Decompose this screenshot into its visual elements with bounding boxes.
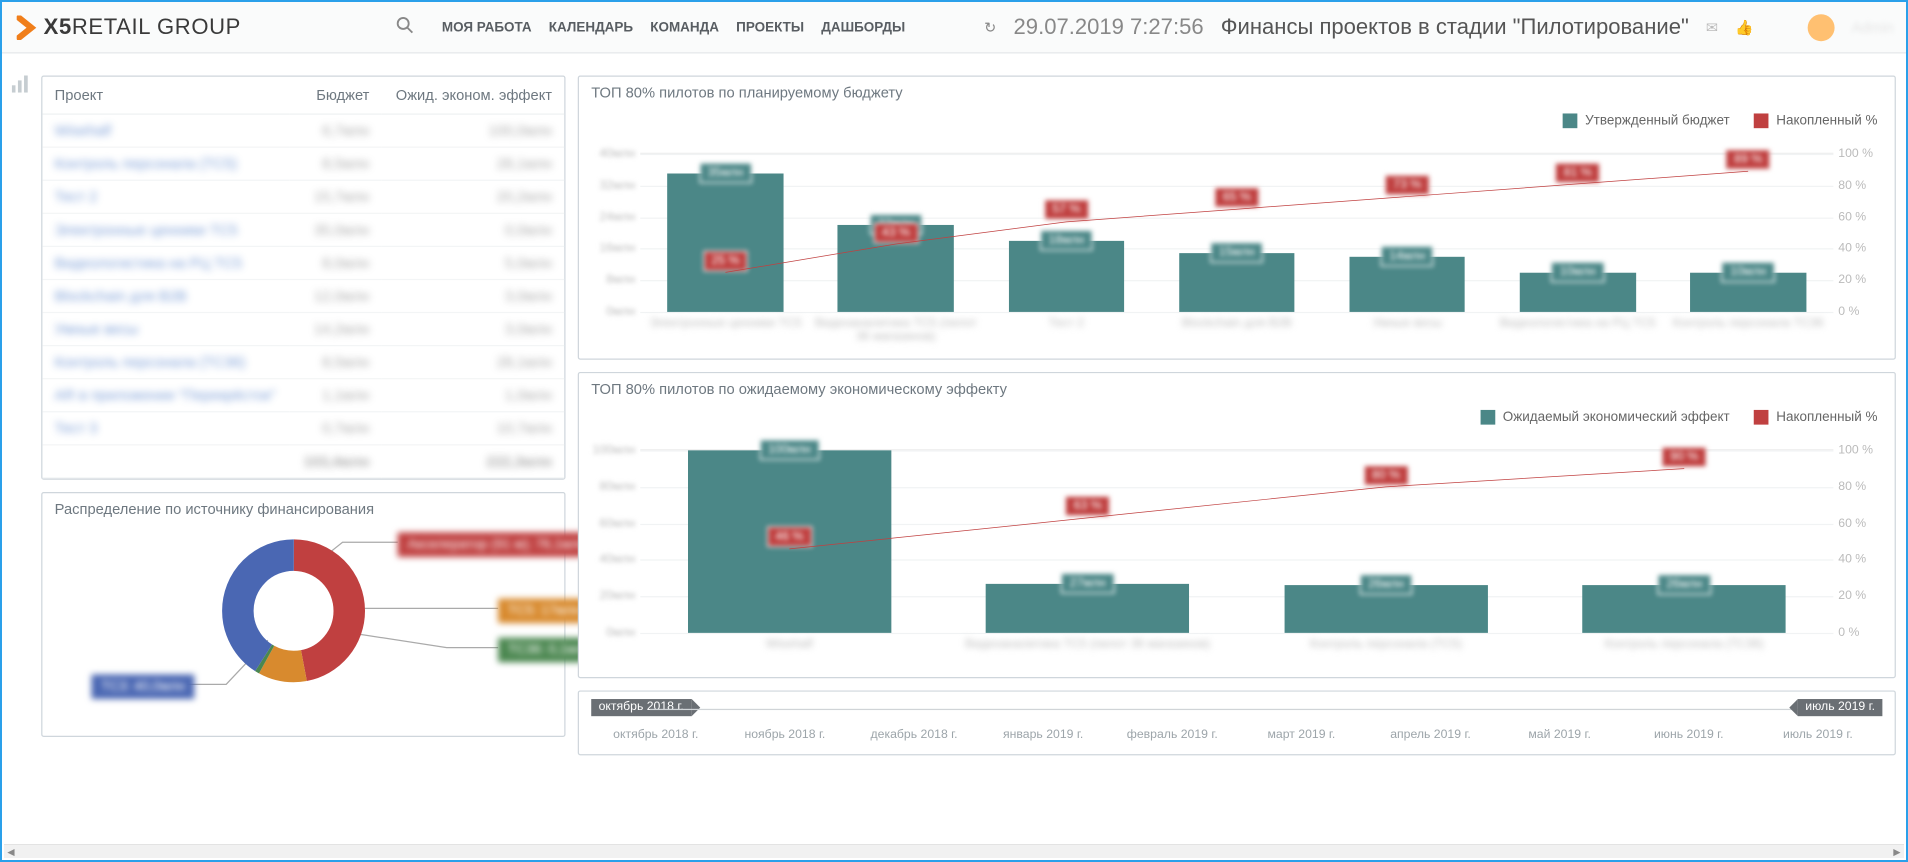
chart1-title: ТОП 80% пилотов по планируемому бюджету: [579, 77, 1895, 109]
timeline-month: апрель 2019 г.: [1366, 728, 1495, 741]
donut-label-accel: Акселератор (91 м); 76,1млн: [398, 532, 596, 557]
x-label: Видеоаналитика ТС5 (пилот 36 магазинов): [811, 317, 981, 344]
page-title: Финансы проектов в стадии "Пилотирование…: [1221, 14, 1689, 40]
x-label: Контроль персонала ТС36: [1663, 317, 1833, 344]
swatch-red-icon: [1754, 410, 1769, 425]
x-label: Умные весы: [1322, 317, 1492, 344]
x-label: Электронные ценники ТС5: [640, 317, 810, 344]
chart2-plot: 100млн100 %80млн80 %60млн60 %40млн40 %20…: [640, 449, 1833, 633]
h-scrollbar[interactable]: ◄ ►: [4, 844, 1904, 858]
swatch-teal-icon: [1563, 113, 1578, 128]
nav-projects[interactable]: ПРОЕКТЫ: [736, 20, 804, 35]
chart2-legend: Ожидаемый экономический эффект Накопленн…: [1481, 410, 1878, 425]
donut-title: Распределение по источнику финансировани…: [42, 493, 564, 525]
table-row[interactable]: AR в приложении "Перекрёсток"1,1млн1,0мл…: [42, 379, 564, 412]
app-header: X5 RETAIL GROUP МОЯ РАБОТА КАЛЕНДАРЬ КОМ…: [2, 2, 1908, 53]
projects-table: Проект Бюджет Ожид. эконом. эффект Wiseh…: [42, 77, 564, 479]
main-nav: МОЯ РАБОТА КАЛЕНДАРЬ КОМАНДА ПРОЕКТЫ ДАШ…: [442, 20, 905, 35]
nav-team[interactable]: КОМАНДА: [650, 20, 719, 35]
chart2-title: ТОП 80% пилотов по ожидаемому экономичес…: [579, 373, 1895, 405]
chart-budget-panel: ТОП 80% пилотов по планируемому бюджету …: [578, 76, 1896, 360]
username: Admin: [1852, 19, 1894, 36]
x-label: Wisehalf: [640, 638, 938, 651]
chart1-legend: Утвержденный бюджет Накопленный %: [1563, 113, 1877, 128]
x-label: Видеологистика на РЦ ТС5: [1492, 317, 1662, 344]
timeline-month: май 2019 г.: [1495, 728, 1624, 741]
swatch-red-icon: [1754, 113, 1769, 128]
x-label: Контроль персонала (ТС36): [1535, 638, 1833, 651]
nav-dashboards[interactable]: ДАШБОРДЫ: [821, 20, 905, 35]
timeline-panel: октябрь 2018 г. июль 2019 г. октябрь 201…: [578, 690, 1896, 755]
avatar[interactable]: [1808, 14, 1835, 41]
table-row[interactable]: Умные весы14,2млн3,0млн: [42, 313, 564, 346]
timestamp: 29.07.2019 7:27:56: [1014, 14, 1204, 40]
table-row[interactable]: Контроль персонала (ТС5)8,5млн28,1млн: [42, 147, 564, 180]
total-label: [42, 445, 290, 478]
x-label: Blockchain для B2B: [1152, 317, 1322, 344]
donut-chart: [220, 537, 367, 684]
x-label: Тест 2: [981, 317, 1151, 344]
th-effect[interactable]: Ожид. эконом. эффект: [382, 77, 565, 114]
timeline-end[interactable]: июль 2019 г.: [1798, 699, 1882, 716]
logo-chevron-icon: [17, 15, 42, 40]
timeline-month: январь 2019 г.: [979, 728, 1108, 741]
th-budget[interactable]: Бюджет: [290, 77, 381, 114]
table-row[interactable]: Контроль персонала (ТС36)8,5млн28,1млн: [42, 346, 564, 379]
bars-icon[interactable]: [12, 79, 32, 96]
mail-icon[interactable]: ✉: [1706, 19, 1718, 36]
donut-panel: Распределение по источнику финансировани…: [41, 492, 565, 737]
table-row[interactable]: Тест 30,7млн10,7млн: [42, 412, 564, 445]
timeline-start[interactable]: октябрь 2018 г.: [591, 699, 691, 716]
table-row[interactable]: Тест 215,7млн20,2млн: [42, 180, 564, 213]
total-effect: 222,3млн: [382, 445, 565, 478]
chart-effect-panel: ТОП 80% пилотов по ожидаемому экономичес…: [578, 372, 1896, 678]
thumb-icon[interactable]: 👍: [1735, 19, 1753, 36]
refresh-icon[interactable]: ↻: [984, 19, 996, 36]
chart1-plot: 40млн100 %32млн80 %24млн60 %16млн40 %8мл…: [640, 153, 1833, 312]
projects-table-panel: Проект Бюджет Ожид. эконом. эффект Wiseh…: [41, 76, 565, 480]
scroll-left-icon[interactable]: ◄: [4, 845, 18, 859]
brand-x: X5: [44, 14, 72, 40]
left-rail: [2, 53, 41, 847]
search-icon[interactable]: [395, 15, 415, 38]
timeline-month: февраль 2019 г.: [1108, 728, 1237, 741]
timeline-month: декабрь 2018 г.: [849, 728, 978, 741]
x-label: Видеоаналитика ТС5 (пилот 36 магазинов): [939, 638, 1237, 651]
brand-rest: RETAIL GROUP: [72, 14, 241, 40]
table-row[interactable]: Видеологистика на РЦ ТС58,0млн5,0млн: [42, 246, 564, 279]
timeline-month: ноябрь 2018 г.: [720, 728, 849, 741]
donut-label-other: ТС3: 40,0млн: [91, 675, 194, 700]
table-row[interactable]: Wisehalf6,7млн100,0млн: [42, 114, 564, 147]
timeline-month: март 2019 г.: [1237, 728, 1366, 741]
x-label: Контроль персонала (ТС5): [1237, 638, 1535, 651]
scroll-right-icon[interactable]: ►: [1890, 845, 1904, 859]
timeline-month: июль 2019 г.: [1753, 728, 1882, 741]
timeline-month: октябрь 2018 г.: [591, 728, 720, 741]
timeline-month: июнь 2019 г.: [1624, 728, 1753, 741]
nav-my-work[interactable]: МОЯ РАБОТА: [442, 20, 532, 35]
total-budget: 103,4млн: [290, 445, 381, 478]
table-row[interactable]: Электронные ценники ТС535,0млн0,0млн: [42, 213, 564, 246]
brand-logo[interactable]: X5 RETAIL GROUP: [17, 14, 241, 40]
donut-label-tc5: ТС5: 17млн: [498, 599, 590, 624]
timeline-track[interactable]: [650, 709, 1824, 710]
swatch-teal-icon: [1481, 410, 1496, 425]
table-row[interactable]: Blockchain для B2B12,0млн3,0млн: [42, 279, 564, 312]
th-project[interactable]: Проект: [42, 77, 290, 114]
nav-calendar[interactable]: КАЛЕНДАРЬ: [549, 20, 633, 35]
